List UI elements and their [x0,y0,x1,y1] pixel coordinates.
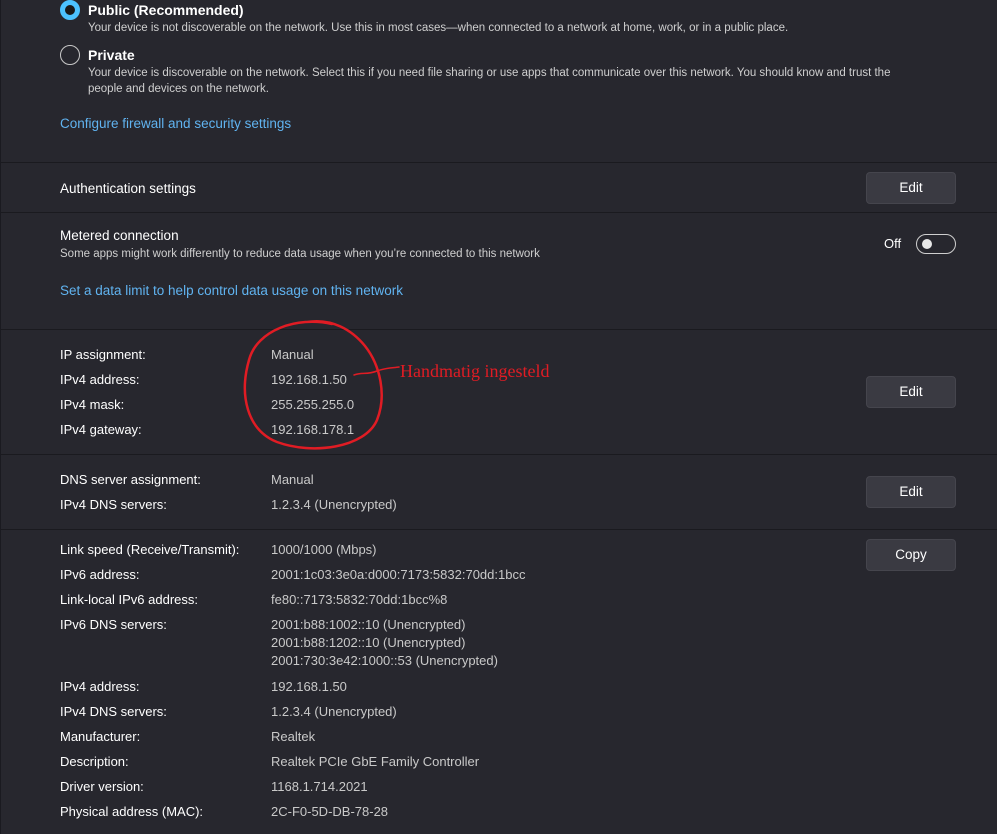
authentication-title: Authentication settings [60,181,196,196]
link-local-ipv6-value: fe80::7173:5832:70dd:1bcc%8 [271,592,448,607]
dns-settings-section: DNS server assignment: Manual IPv4 DNS s… [1,455,997,529]
ipv4-dns-label: IPv4 DNS servers: [60,497,167,512]
private-description-line2: people and devices on the network. [88,83,269,95]
driver-version-value: 1168.1.714.2021 [271,779,368,794]
description-label: Description: [60,754,129,769]
dns-settings-edit-button[interactable]: Edit [866,476,956,508]
ipv6-address-value: 2001:1c03:3e0a:d000:7173:5832:70dd:1bcc [271,567,526,582]
copy-properties-button[interactable]: Copy [866,539,956,571]
mac-address-label: Physical address (MAC): [60,804,204,819]
data-limit-link[interactable]: Set a data limit to help control data us… [60,283,403,298]
ipv4-mask-label: IPv4 mask: [60,397,125,412]
ipv6-dns-label: IPv6 DNS servers: [60,617,167,632]
private-radio-label[interactable]: Private [88,47,135,63]
ipv4-dns-prop-label: IPv4 DNS servers: [60,704,167,719]
metered-connection-toggle[interactable] [916,234,956,254]
manufacturer-value: Realtek [271,729,316,744]
toggle-knob [922,239,932,249]
manufacturer-label: Manufacturer: [60,729,141,744]
ipv4-gateway-label: IPv4 gateway: [60,422,142,437]
mac-address-value: 2C-F0-5D-DB-78-28 [271,804,389,819]
public-radio-button[interactable] [60,0,80,20]
link-local-ipv6-label: Link-local IPv6 address: [60,592,199,607]
authentication-section: Authentication settings Edit [1,163,997,212]
authentication-edit-button[interactable]: Edit [866,172,956,204]
ipv4-address-prop-label: IPv4 address: [60,679,140,694]
ip-settings-edit-button[interactable]: Edit [866,376,956,408]
properties-section: Copy Link speed (Receive/Transmit): 1000… [1,530,997,834]
ipv4-address-prop-value: 192.168.1.50 [271,679,347,694]
metered-connection-title: Metered connection [60,228,179,243]
ipv4-dns-prop-value: 1.2.3.4 (Unencrypted) [271,704,397,719]
ipv4-address-label: IPv4 address: [60,372,140,387]
public-description: Your device is not discoverable on the n… [88,22,789,34]
ip-assignment-label: IP assignment: [60,347,146,362]
private-description-line1: Your device is discoverable on the netwo… [88,67,891,79]
ipv6-dns-value-2: 2001:b88:1202::10 (Unencrypted) [271,635,466,650]
ipv4-dns-value: 1.2.3.4 (Unencrypted) [271,497,397,512]
ipv6-address-label: IPv6 address: [60,567,140,582]
configure-firewall-link[interactable]: Configure firewall and security settings [60,116,291,131]
dns-assignment-label: DNS server assignment: [60,472,201,487]
metered-connection-description: Some apps might work differently to redu… [60,248,540,260]
ipv6-dns-value-3: 2001:730:3e42:1000::53 (Unencrypted) [271,653,498,668]
private-radio-button[interactable] [60,45,80,65]
description-value: Realtek PCIe GbE Family Controller [271,754,480,769]
link-speed-value: 1000/1000 (Mbps) [271,542,377,557]
red-circle-annotation [243,319,400,450]
driver-version-label: Driver version: [60,779,144,794]
network-profile-section: Public (Recommended) Your device is not … [1,0,997,162]
ipv6-dns-value-1: 2001:b88:1002::10 (Unencrypted) [271,617,466,632]
link-speed-label: Link speed (Receive/Transmit): [60,542,240,557]
metered-toggle-state: Off [884,236,902,251]
handmatig-annotation: Handmatig ingesteld [400,361,550,381]
metered-connection-section: Metered connection Some apps might work … [1,213,997,329]
public-radio-label[interactable]: Public (Recommended) [88,2,244,18]
dns-assignment-value: Manual [271,472,314,487]
ip-settings-section: IP assignment: Manual IPv4 address: 192.… [1,319,997,454]
network-properties-page: Public (Recommended) Your device is not … [0,0,997,834]
